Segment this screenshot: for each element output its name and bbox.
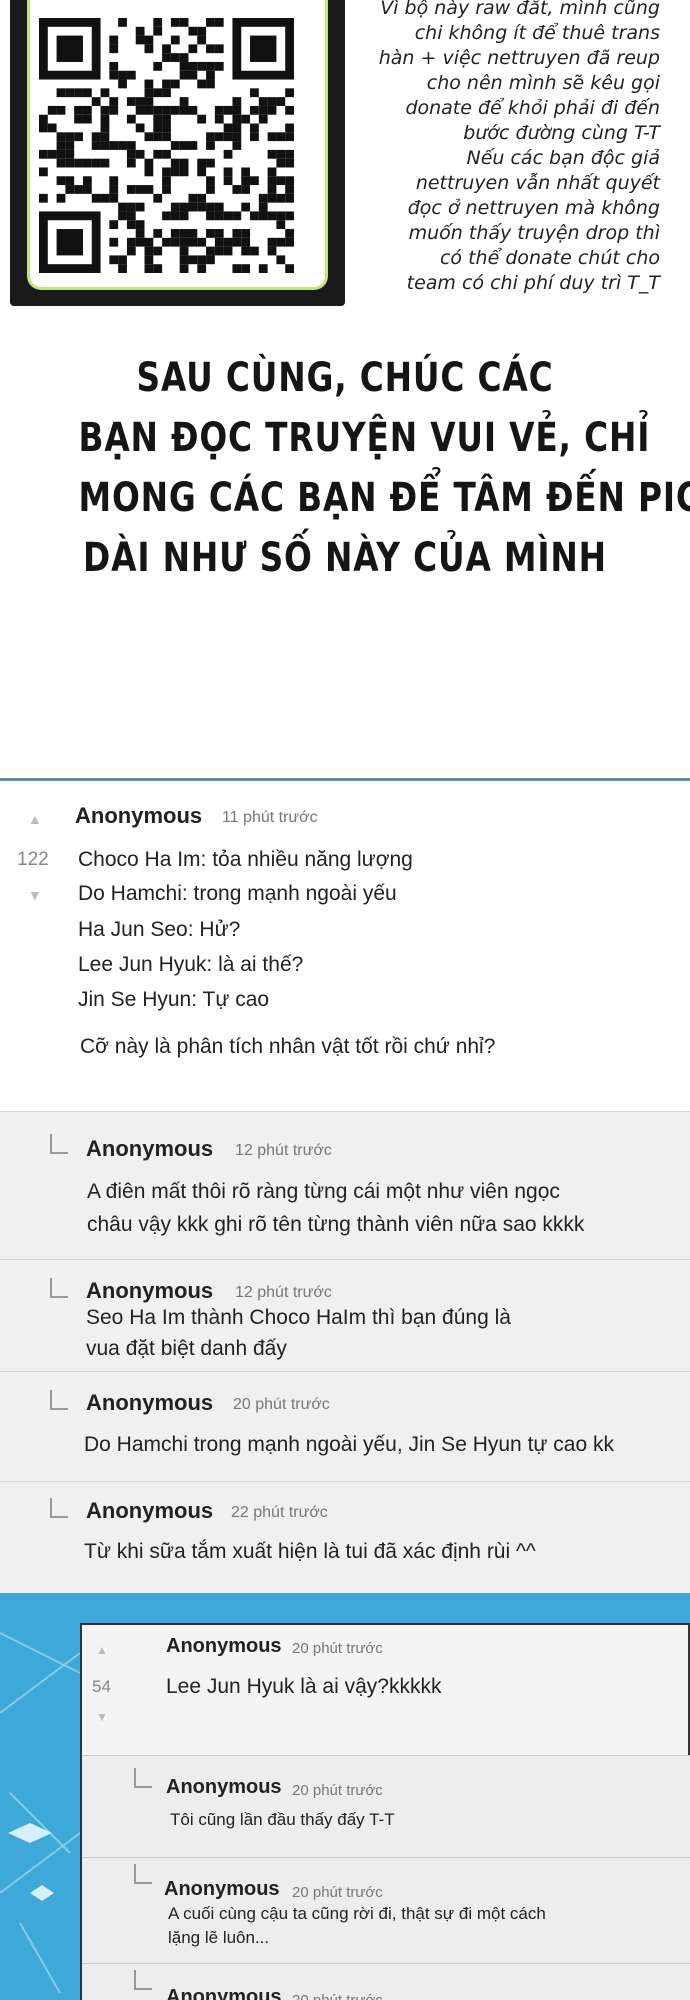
reply-indent-icon	[134, 1970, 152, 1990]
comment-reply: Anonymous 12 phút trước A điên mất thôi …	[0, 1111, 690, 1259]
reply-indent-icon	[134, 1768, 152, 1788]
comment-thread-overlay: ▲ 54 ▼ Anonymous 20 phút trước Lee Jun H…	[0, 1593, 690, 2000]
vote-count: 122	[17, 849, 49, 870]
comment-time: 22 phút trước	[231, 1504, 328, 1521]
comment-text: A cuối cùng cậu ta cũng rời đi, thật sự …	[168, 1904, 546, 1923]
comment-main: ▲ 122 ▼ Anonymous 11 phút trước Choco Ha…	[0, 781, 690, 1111]
downvote-icon[interactable]: ▼	[28, 887, 42, 903]
closing-line: MONG CÁC BẠN ĐỂ TÂM ĐẾN PIC	[78, 475, 690, 521]
comic-panel: Vì bộ này raw đắt, mình cũng chi không í…	[0, 0, 690, 770]
donate-note: Vì bộ này raw đắt, mình cũng chi không í…	[360, 0, 660, 296]
closing-line: DÀI NHƯ SỐ NÀY CỦA MÌNH	[83, 535, 607, 581]
comment-text: Lee Jun Hyuk: là ai thế?	[78, 953, 304, 976]
comment-time: 11 phút trước	[222, 809, 318, 826]
donate-line: có thể donate chút cho	[439, 247, 660, 269]
comment-text: lặng lẽ luôn...	[168, 1928, 270, 1947]
comment-text: Do Hamchi: trong mạnh ngoài yếu	[78, 882, 397, 905]
comment-reply: Anonymous 20 phút trước Do Hamchi trong …	[0, 1371, 690, 1481]
vote-count: 54	[92, 1677, 111, 1696]
donate-line: hàn + việc nettruyen đã reup	[378, 47, 660, 69]
comment-author[interactable]: Anonymous	[166, 1986, 282, 2000]
donate-line: Nếu các bạn độc giả	[466, 147, 661, 169]
reply-indent-icon	[50, 1390, 68, 1410]
comment-author[interactable]: Anonymous	[75, 803, 202, 829]
comment-text: châu vậy kkk ghi rõ tên từng thành viên …	[87, 1213, 585, 1236]
comment-reply: Anonymous 20 phút trước	[82, 1963, 690, 2000]
comment-time: 12 phút trước	[235, 1284, 332, 1301]
comment-text: vua đặt biệt danh đấy	[86, 1337, 287, 1360]
closing-line: SAU CÙNG, CHÚC CÁC	[136, 355, 554, 401]
comment-text: Do Hamchi trong mạnh ngoài yếu, Jin Se H…	[84, 1433, 614, 1456]
upvote-icon[interactable]: ▲	[96, 1643, 108, 1657]
donate-line: cho nên mình sẽ kêu gọi	[426, 72, 660, 94]
comment-time: 20 phút trước	[292, 1782, 383, 1799]
comment-author[interactable]: Anonymous	[86, 1278, 213, 1304]
comment-text: Từ khi sữa tắm xuất hiện là tui đã xác đ…	[84, 1540, 536, 1563]
reply-indent-icon	[50, 1134, 68, 1154]
comment-text: Lee Jun Hyuk là ai vậy?kkkkk	[166, 1675, 442, 1698]
comment-text: Choco Ha Im: tỏa nhiều năng lượng	[78, 848, 413, 871]
comment-time: 20 phút trước	[292, 1992, 383, 2000]
comment-text: Tôi cũng lần đầu thấy đấy T-T	[170, 1810, 395, 1829]
comment-author[interactable]: Anonymous	[166, 1776, 282, 1799]
comment-text: Seo Ha Im thành Choco HaIm thì bạn đúng …	[86, 1306, 511, 1329]
comment-reply: Anonymous 20 phút trước A cuối cùng cậu …	[82, 1857, 690, 1963]
comment-author[interactable]: Anonymous	[86, 1136, 213, 1162]
donate-line: Vì bộ này raw đắt, mình cũng	[380, 0, 660, 19]
comment-text: Cỡ này là phân tích nhân vật tốt rồi chứ…	[80, 1035, 496, 1058]
upvote-icon[interactable]: ▲	[28, 811, 42, 827]
comment-time: 20 phút trước	[292, 1640, 383, 1657]
comment-time: 20 phút trước	[292, 1884, 383, 1901]
comment-reply: Anonymous 12 phút trước Seo Ha Im thành …	[0, 1259, 690, 1371]
qr-code-icon	[39, 18, 294, 273]
closing-message: SAU CÙNG, CHÚC CÁC BẠN ĐỌC TRUYỆN VUI VẺ…	[78, 348, 690, 588]
downvote-icon[interactable]: ▼	[96, 1710, 108, 1724]
comment-author[interactable]: Anonymous	[164, 1878, 280, 1901]
comment-text: Ha Jun Seo: Hử?	[78, 918, 241, 941]
donate-line: muốn thấy truyện drop thì	[408, 222, 660, 244]
comment-author[interactable]: Anonymous	[166, 1635, 282, 1658]
reply-indent-icon	[50, 1278, 68, 1298]
comment-author[interactable]: Anonymous	[86, 1390, 213, 1416]
comment-time: 20 phút trước	[233, 1396, 330, 1413]
donate-line: donate để khỏi phải đi đến	[405, 97, 660, 119]
closing-line: BẠN ĐỌC TRUYỆN VUI VẺ, CHỈ	[78, 415, 651, 461]
comment-reply: Anonymous 20 phút trước Tôi cũng lần đầu…	[82, 1755, 690, 1857]
comment-card: ▲ 54 ▼ Anonymous 20 phút trước Lee Jun H…	[80, 1623, 690, 2000]
reply-indent-icon	[134, 1864, 152, 1884]
comment-text: Jin Se Hyun: Tự cao	[78, 988, 270, 1011]
comment-reply: Anonymous 22 phút trước Từ khi sữa tắm x…	[0, 1481, 690, 1596]
reply-indent-icon	[50, 1498, 68, 1518]
comment-author[interactable]: Anonymous	[86, 1498, 213, 1524]
donate-line: nettruyen vẫn nhất quyết	[415, 172, 660, 194]
comment-text: A điên mất thôi rõ ràng từng cái một như…	[87, 1180, 560, 1203]
comment-time: 12 phút trước	[235, 1142, 332, 1159]
donate-line: chi không ít để thuê trans	[414, 22, 660, 44]
comment-thread: ▲ 122 ▼ Anonymous 11 phút trước Choco Ha…	[0, 778, 690, 1596]
donate-line: team có chi phí duy trì T_T	[406, 272, 660, 294]
donate-line: đọc ở nettruyen mà không	[407, 197, 660, 219]
donate-line: bước đường cùng T-T	[463, 122, 660, 144]
